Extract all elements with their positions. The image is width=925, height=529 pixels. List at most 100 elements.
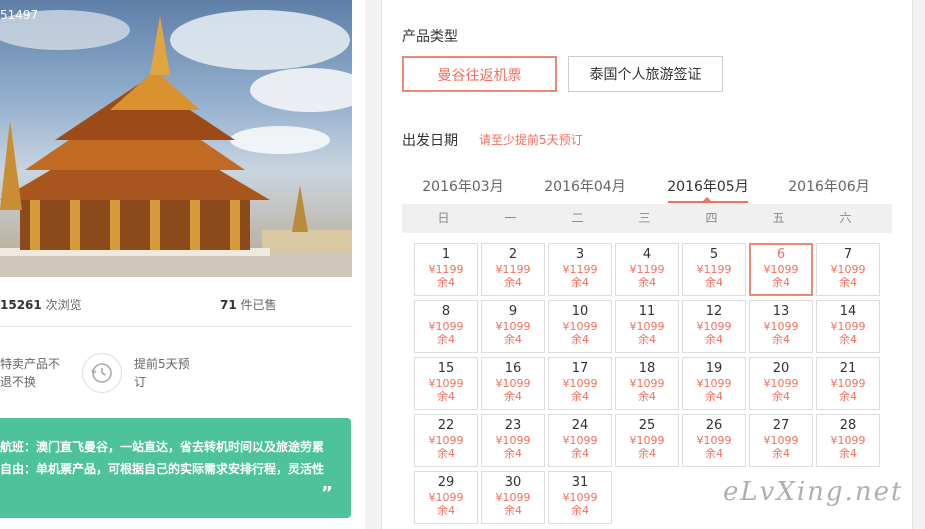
calendar-day-number: 4 bbox=[642, 247, 652, 262]
calendar-day-stock: 余4 bbox=[437, 504, 455, 517]
product-highlights: 航班：澳门直飞曼谷，一站直达，省去转机时间以及旅途劳累 自由：单机票产品，可根据… bbox=[0, 418, 351, 518]
calendar-day-28[interactable]: 28 ¥1099 余4 bbox=[816, 414, 880, 467]
calendar-day-number: 26 bbox=[705, 418, 723, 433]
calendar-day-25[interactable]: 25 ¥1099 余4 bbox=[615, 414, 679, 467]
calendar-day-number: 12 bbox=[705, 304, 723, 319]
calendar-day-price: ¥1099 bbox=[763, 320, 799, 333]
tab-month-2016-05[interactable]: 2016年05月 bbox=[647, 176, 769, 203]
calendar-day-15[interactable]: 15 ¥1099 余4 bbox=[414, 357, 478, 410]
calendar-day-16[interactable]: 16 ¥1099 余4 bbox=[481, 357, 545, 410]
calendar-day-stock: 余4 bbox=[705, 390, 723, 403]
calendar-day-price: ¥1099 bbox=[428, 377, 464, 390]
sold-count: 71 件已售 bbox=[220, 296, 277, 313]
calendar-day-number: 21 bbox=[839, 361, 857, 376]
calendar-day-number: 8 bbox=[441, 304, 451, 319]
calendar-day-number: 5 bbox=[709, 247, 719, 262]
calendar-day-stock: 余4 bbox=[504, 447, 522, 460]
tab-month-2016-04[interactable]: 2016年04月 bbox=[524, 176, 646, 202]
calendar-day-number: 7 bbox=[843, 247, 853, 262]
calendar-day-stock: 余4 bbox=[839, 276, 857, 289]
highlight-freedom: 自由：单机票产品，可根据自己的实际需求安排行程，灵活性 bbox=[0, 462, 325, 476]
calendar-day-stock: 余4 bbox=[571, 390, 589, 403]
product-type-visa-button[interactable]: 泰国个人旅游签证 bbox=[568, 56, 723, 92]
calendar-day-stock: 余4 bbox=[839, 333, 857, 346]
calendar-day-number: 28 bbox=[839, 418, 857, 433]
calendar-day-22[interactable]: 22 ¥1099 余4 bbox=[414, 414, 478, 467]
calendar-day-7[interactable]: 7 ¥1099 余4 bbox=[816, 243, 880, 296]
calendar-day-3[interactable]: 3 ¥1199 余4 bbox=[548, 243, 612, 296]
calendar-day-stock: 余4 bbox=[504, 276, 522, 289]
clock-history-icon bbox=[82, 353, 122, 393]
temple-illustration bbox=[0, 10, 352, 277]
calendar-day-stock: 余4 bbox=[772, 333, 790, 346]
calendar-day-price: ¥1199 bbox=[629, 263, 665, 276]
calendar-day-5[interactable]: 5 ¥1199 余4 bbox=[682, 243, 746, 296]
calendar-day-price: ¥1099 bbox=[763, 434, 799, 447]
calendar-day-stock: 余4 bbox=[571, 447, 589, 460]
quote-mark-icon: ” bbox=[321, 483, 333, 504]
feature-no-refund: 特卖产品不退不换 bbox=[0, 357, 61, 389]
calendar-day-price: ¥1099 bbox=[830, 377, 866, 390]
calendar-day-12[interactable]: 12 ¥1099 余4 bbox=[682, 300, 746, 353]
calendar-day-price: ¥1099 bbox=[629, 320, 665, 333]
tab-month-2016-03[interactable]: 2016年03月 bbox=[402, 176, 524, 202]
product-hero-image[interactable]: 51497 bbox=[0, 0, 352, 277]
calendar-day-number: 24 bbox=[571, 418, 589, 433]
calendar-day-29[interactable]: 29 ¥1099 余4 bbox=[414, 471, 478, 524]
calendar-day-price: ¥1099 bbox=[495, 434, 531, 447]
divider bbox=[0, 326, 352, 327]
calendar-day-30[interactable]: 30 ¥1099 余4 bbox=[481, 471, 545, 524]
calendar-day-1[interactable]: 1 ¥1199 余4 bbox=[414, 243, 478, 296]
calendar-day-number: 6 bbox=[776, 247, 786, 262]
calendar-day-number: 18 bbox=[638, 361, 656, 376]
weekday-thu: 四 bbox=[705, 211, 718, 225]
calendar-day-13[interactable]: 13 ¥1099 余4 bbox=[749, 300, 813, 353]
calendar-day-8[interactable]: 8 ¥1099 余4 bbox=[414, 300, 478, 353]
booking-panel: 产品类型 曼谷往返机票 泰国个人旅游签证 出发日期 请至少提前5天预订 2016… bbox=[381, 0, 913, 529]
calendar-day-24[interactable]: 24 ¥1099 余4 bbox=[548, 414, 612, 467]
calendar-day-price: ¥1099 bbox=[562, 434, 598, 447]
calendar-day-9[interactable]: 9 ¥1099 余4 bbox=[481, 300, 545, 353]
calendar-day-stock: 余4 bbox=[504, 390, 522, 403]
calendar-day-price: ¥1099 bbox=[562, 377, 598, 390]
calendar-day-4[interactable]: 4 ¥1199 余4 bbox=[615, 243, 679, 296]
calendar-day-6[interactable]: 6 ¥1099 余4 bbox=[749, 243, 813, 296]
calendar-day-11[interactable]: 11 ¥1099 余4 bbox=[615, 300, 679, 353]
sold-count-label: 件已售 bbox=[236, 298, 277, 312]
calendar-day-stock: 余4 bbox=[705, 333, 723, 346]
calendar-day-31[interactable]: 31 ¥1099 余4 bbox=[548, 471, 612, 524]
calendar-day-2[interactable]: 2 ¥1199 余4 bbox=[481, 243, 545, 296]
calendar-day-number: 23 bbox=[504, 418, 522, 433]
calendar-day-number: 2 bbox=[508, 247, 518, 262]
site-watermark: eLvXing.net bbox=[723, 477, 904, 507]
calendar-day-18[interactable]: 18 ¥1099 余4 bbox=[615, 357, 679, 410]
calendar-day-number: 10 bbox=[571, 304, 589, 319]
weekday-sat: 六 bbox=[839, 211, 852, 225]
calendar-day-stock: 余4 bbox=[571, 504, 589, 517]
calendar-day-stock: 余4 bbox=[638, 390, 656, 403]
calendar-day-26[interactable]: 26 ¥1099 余4 bbox=[682, 414, 746, 467]
calendar-day-10[interactable]: 10 ¥1099 余4 bbox=[548, 300, 612, 353]
calendar-day-23[interactable]: 23 ¥1099 余4 bbox=[481, 414, 545, 467]
calendar-day-price: ¥1099 bbox=[696, 377, 732, 390]
tab-month-2016-06[interactable]: 2016年06月 bbox=[768, 176, 890, 202]
calendar-day-price: ¥1099 bbox=[696, 320, 732, 333]
calendar-day-stock: 余4 bbox=[772, 390, 790, 403]
view-count-label: 次浏览 bbox=[41, 298, 82, 312]
calendar-day-27[interactable]: 27 ¥1099 余4 bbox=[749, 414, 813, 467]
calendar-day-stock: 余4 bbox=[705, 276, 723, 289]
calendar-day-20[interactable]: 20 ¥1099 余4 bbox=[749, 357, 813, 410]
product-type-flight-button[interactable]: 曼谷往返机票 bbox=[402, 56, 557, 92]
calendar-day-price: ¥1099 bbox=[629, 377, 665, 390]
calendar-day-21[interactable]: 21 ¥1099 余4 bbox=[816, 357, 880, 410]
calendar-day-price: ¥1099 bbox=[763, 263, 799, 276]
departure-date-label: 出发日期 bbox=[402, 133, 458, 149]
calendar-day-price: ¥1099 bbox=[696, 434, 732, 447]
calendar-day-14[interactable]: 14 ¥1099 余4 bbox=[816, 300, 880, 353]
calendar-day-17[interactable]: 17 ¥1099 余4 bbox=[548, 357, 612, 410]
calendar-day-19[interactable]: 19 ¥1099 余4 bbox=[682, 357, 746, 410]
calendar-day-number: 25 bbox=[638, 418, 656, 433]
calendar-day-stock: 余4 bbox=[437, 447, 455, 460]
calendar-day-number: 30 bbox=[504, 475, 522, 490]
calendar-day-stock: 余4 bbox=[638, 447, 656, 460]
